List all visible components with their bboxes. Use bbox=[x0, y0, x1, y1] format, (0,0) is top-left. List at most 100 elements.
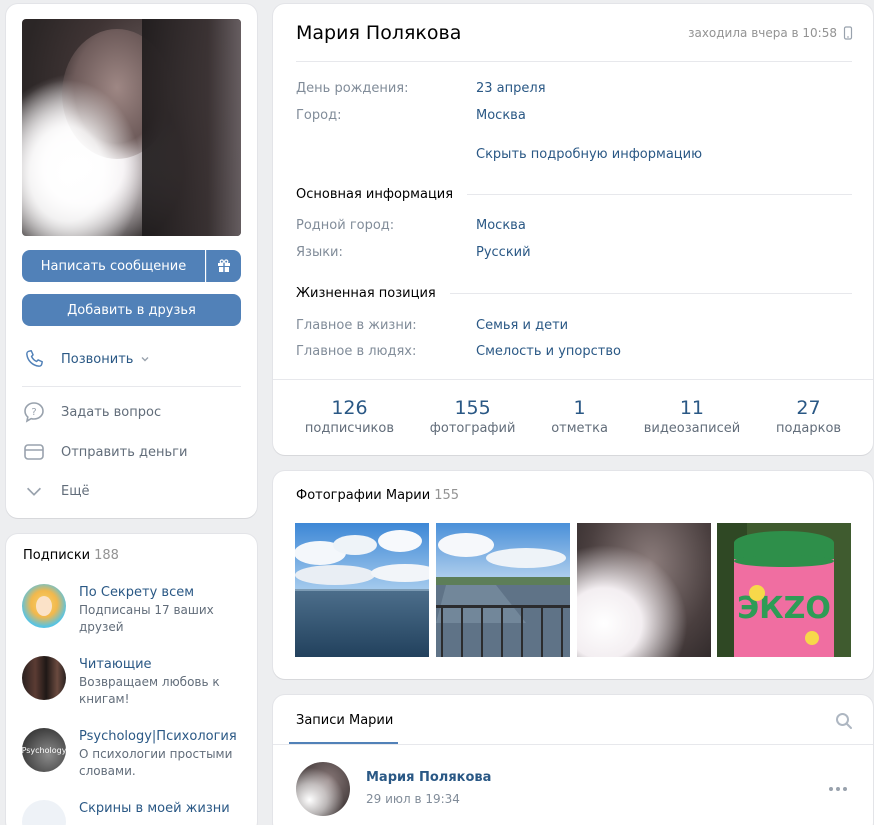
photos-header[interactable]: Фотографии Марии 155 bbox=[296, 488, 459, 503]
life-main-link[interactable]: Семья и дети bbox=[476, 318, 568, 333]
hide-details-link[interactable]: Скрыть подробную информацию bbox=[476, 147, 702, 162]
more-label: Ещё bbox=[61, 483, 90, 499]
mobile-phone-icon bbox=[843, 26, 853, 40]
ask-question-action[interactable]: ? Задать вопрос bbox=[22, 397, 241, 427]
tab-posts[interactable]: Записи Марии bbox=[296, 713, 393, 728]
subscription-desc: Подписаны 17 ваших друзей bbox=[79, 603, 214, 634]
info-label: Главное в людях: bbox=[296, 344, 417, 359]
wallet-icon bbox=[22, 440, 46, 464]
ask-question-label: Задать вопрос bbox=[61, 404, 162, 420]
photos-title: Фотографии Марии bbox=[296, 488, 431, 503]
photo-thumbnail[interactable] bbox=[577, 523, 711, 657]
chevron-down-icon bbox=[22, 479, 46, 503]
info-label: Город: bbox=[296, 108, 342, 123]
more-options-icon[interactable] bbox=[829, 787, 847, 791]
section-life-position: Жизненная позиция bbox=[296, 286, 852, 301]
chevron-down-icon bbox=[141, 357, 149, 362]
counter-number: 1 bbox=[573, 397, 586, 419]
posts-card: Записи Марии Мария Полякова 29 июл в 19:… bbox=[273, 695, 873, 825]
profile-counters: 126 подписчиков 155 фотографий 1 отметка… bbox=[273, 379, 873, 455]
subscription-item[interactable]: По Секрету всем Подписаны 17 ваших друзе… bbox=[22, 584, 252, 636]
section-title: Основная информация bbox=[296, 187, 454, 202]
subscription-avatar bbox=[22, 584, 66, 628]
info-row-languages: Языки: Русский bbox=[296, 245, 851, 260]
counter-tags[interactable]: 1 отметка bbox=[551, 380, 608, 455]
subscriptions-header[interactable]: Подписки 188 bbox=[23, 548, 119, 563]
divider bbox=[22, 386, 241, 387]
subscription-avatar: Psychology bbox=[22, 728, 66, 772]
subscription-desc: О психологии простыми словами. bbox=[79, 747, 233, 778]
profile-avatar[interactable] bbox=[22, 19, 241, 236]
subscription-name: Psychology|Психология bbox=[79, 729, 237, 744]
counter-followers[interactable]: 126 подписчиков bbox=[305, 380, 394, 455]
info-row-hometown: Родной город: Москва bbox=[296, 218, 851, 233]
search-icon[interactable] bbox=[835, 712, 853, 734]
counter-label: подписчиков bbox=[304, 421, 395, 436]
subscriptions-card: Подписки 188 По Секрету всем Подписаны 17… bbox=[6, 534, 257, 825]
photos-count: 155 bbox=[434, 488, 460, 503]
send-money-action[interactable]: Отправить деньги bbox=[22, 437, 241, 467]
last-seen-status: заходила вчера в 10:58 bbox=[688, 26, 853, 40]
gift-icon bbox=[218, 259, 230, 272]
counter-gifts[interactable]: 27 подарков bbox=[776, 380, 841, 455]
profile-sidebar-card: Написать сообщение Добавить в друзья Поз… bbox=[6, 4, 257, 518]
city-link[interactable]: Москва bbox=[476, 108, 526, 123]
write-message-button[interactable]: Написать сообщение bbox=[22, 250, 205, 282]
languages-link[interactable]: Русский bbox=[476, 245, 531, 260]
post-date[interactable]: 29 июл в 19:34 bbox=[366, 792, 460, 806]
counter-number: 27 bbox=[796, 397, 821, 419]
section-title: Жизненная позиция bbox=[296, 286, 436, 301]
call-action[interactable]: Позвонить bbox=[22, 344, 241, 374]
divider bbox=[273, 744, 873, 745]
svg-text:?: ? bbox=[31, 407, 36, 418]
counter-number: 126 bbox=[331, 397, 368, 419]
subscription-item[interactable]: Psychology Psychology|Психология О психо… bbox=[22, 728, 252, 780]
divider bbox=[296, 61, 852, 62]
subscription-name: Читающие bbox=[79, 657, 152, 672]
question-bubble-icon: ? bbox=[22, 400, 46, 424]
section-main-info: Основная информация bbox=[296, 187, 852, 202]
subscription-desc: Возвращаем любовь к книгам! bbox=[79, 675, 220, 706]
info-label: Главное в жизни: bbox=[296, 318, 417, 333]
subscription-name: По Секрету всем bbox=[79, 585, 195, 600]
info-label: День рождения: bbox=[296, 81, 409, 96]
photo-thumbnail[interactable] bbox=[436, 523, 570, 657]
add-friend-button[interactable]: Добавить в друзья bbox=[22, 294, 241, 326]
gift-button[interactable] bbox=[206, 250, 241, 282]
subscription-avatar-text: Psychology bbox=[22, 745, 66, 755]
post-author-avatar[interactable] bbox=[296, 762, 350, 816]
people-main-link[interactable]: Смелость и упорство bbox=[476, 344, 621, 359]
profile-name: Мария Полякова bbox=[296, 22, 462, 44]
subscriptions-count: 188 bbox=[94, 548, 119, 563]
counter-label: подарков bbox=[775, 421, 842, 436]
photo-thumbnail[interactable] bbox=[295, 523, 429, 657]
info-label: Языки: bbox=[296, 245, 343, 260]
subscriptions-title: Подписки bbox=[23, 548, 91, 563]
counter-number: 11 bbox=[679, 397, 705, 419]
post-author-name[interactable]: Мария Полякова bbox=[366, 770, 491, 785]
subscription-avatar bbox=[22, 800, 66, 825]
subscription-item[interactable]: Читающие Возвращаем любовь к книгам! bbox=[22, 656, 252, 708]
counter-label: видеозаписей bbox=[643, 421, 741, 436]
info-row-people-main: Главное в людях: Смелость и упорство bbox=[296, 344, 851, 359]
info-row-city: Город: Москва bbox=[296, 108, 851, 123]
counter-label: фотографий bbox=[429, 421, 516, 436]
subscription-name: Скрины в моей жизни bbox=[79, 801, 230, 816]
info-row-birthday: День рождения: 23 апреля bbox=[296, 81, 851, 96]
counter-number: 155 bbox=[454, 397, 491, 419]
hometown-link[interactable]: Москва bbox=[476, 218, 526, 233]
counter-photos[interactable]: 155 фотографий bbox=[430, 380, 516, 455]
info-row-life-main: Главное в жизни: Семья и дети bbox=[296, 318, 851, 333]
call-label: Позвонить bbox=[61, 351, 134, 367]
counter-videos[interactable]: 11 видеозаписей bbox=[644, 380, 740, 455]
subscription-item[interactable]: Скрины в моей жизни bbox=[22, 800, 252, 825]
counter-label: отметка bbox=[551, 421, 608, 436]
info-label: Родной город: bbox=[296, 218, 395, 233]
photos-card: Фотографии Марии 155 ЭКZO bbox=[273, 471, 873, 679]
birthday-link[interactable]: 23 апреля bbox=[476, 81, 546, 96]
profile-info-card: Мария Полякова заходила вчера в 10:58 Де… bbox=[273, 4, 873, 455]
more-actions[interactable]: Ещё bbox=[22, 476, 241, 506]
info-row-toggle: Скрыть подробную информацию bbox=[296, 147, 851, 162]
photo-thumbnail[interactable]: ЭКZO bbox=[717, 523, 851, 657]
send-money-label: Отправить деньги bbox=[61, 444, 188, 460]
